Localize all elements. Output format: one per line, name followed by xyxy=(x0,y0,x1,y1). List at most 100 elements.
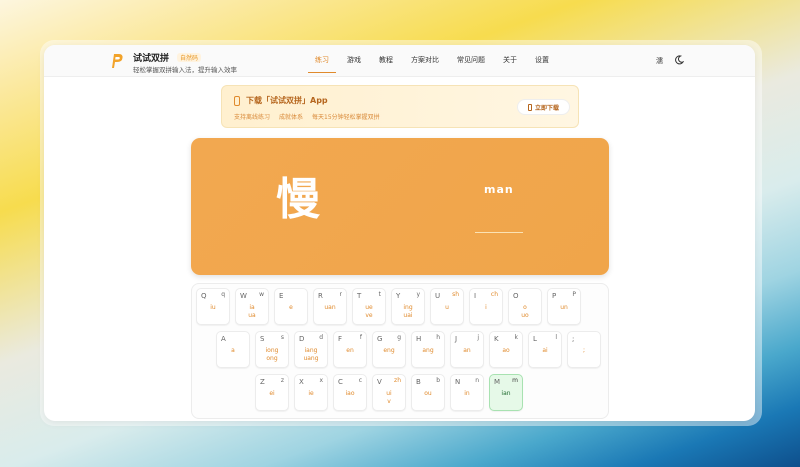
banner-feature: 每天15分钟轻松掌握双拼 xyxy=(312,114,380,121)
nav-tab[interactable]: 游戏 xyxy=(338,45,370,77)
key-finals: ing uai xyxy=(392,304,424,320)
key[interactable]: Jj an xyxy=(450,331,484,368)
key-letter: K xyxy=(494,335,499,343)
moon-icon[interactable] xyxy=(674,55,684,65)
key-letter: G xyxy=(377,335,383,343)
key[interactable]: Gg eng xyxy=(372,331,406,368)
key-letter: W xyxy=(240,292,247,300)
key[interactable]: Kk ao xyxy=(489,331,523,368)
key-initial: s xyxy=(280,334,284,341)
key-finals: en xyxy=(334,347,366,355)
key-final: ve xyxy=(365,312,373,319)
key-final: iao xyxy=(345,390,355,397)
key[interactable]: Ss iong ong xyxy=(255,331,289,368)
key-final: en xyxy=(346,347,354,354)
key-letter: T xyxy=(357,292,362,300)
key[interactable]: Bb ou xyxy=(411,374,445,411)
key-letter: ; xyxy=(572,335,575,343)
key-initial: d xyxy=(319,334,323,341)
key-finals: ia ua xyxy=(236,304,268,320)
main-nav: 练习 游戏 教程 方案对比 常见问题 关于 设置 xyxy=(306,45,558,77)
key[interactable]: ;; xyxy=(567,331,601,368)
key-finals: ui v xyxy=(373,390,405,406)
key-letter: D xyxy=(299,335,305,343)
key-letter: F xyxy=(338,335,343,343)
key[interactable]: Tt ue ve xyxy=(352,288,386,325)
key-finals: iu xyxy=(197,304,229,312)
key-finals: a xyxy=(217,347,249,355)
key[interactable]: Ush u xyxy=(430,288,464,325)
key-finals: uan xyxy=(314,304,346,312)
nav-tab[interactable]: 设置 xyxy=(526,45,558,77)
key-initial: z xyxy=(280,377,284,384)
key-final: ue xyxy=(365,304,373,311)
key[interactable]: Nn in xyxy=(450,374,484,411)
nav-tab[interactable]: 教程 xyxy=(370,45,402,77)
key-final: eng xyxy=(383,347,395,354)
key-initial: ch xyxy=(490,291,498,298)
key-letter: P xyxy=(552,292,557,300)
key-finals: an xyxy=(451,347,483,355)
key[interactable]: Aa xyxy=(216,331,250,368)
key[interactable]: Cc iao xyxy=(333,374,367,411)
key[interactable]: Dd iang uang xyxy=(294,331,328,368)
key-letter: V xyxy=(377,378,382,386)
key-final: ou xyxy=(424,390,432,397)
key-initial: y xyxy=(416,291,420,298)
key[interactable]: Rr uan xyxy=(313,288,347,325)
key-final: ao xyxy=(502,347,510,354)
key-initial: zh xyxy=(394,377,401,384)
key[interactable]: Ww ia ua xyxy=(235,288,269,325)
key-initial: t xyxy=(378,291,381,298)
key-final: in xyxy=(464,390,470,397)
input-underline[interactable] xyxy=(475,232,523,233)
key[interactable]: P Pun xyxy=(547,288,581,325)
key-finals: ; xyxy=(568,347,600,355)
key-letter: H xyxy=(416,335,422,343)
key[interactable]: Ll ai xyxy=(528,331,562,368)
key-letter: R xyxy=(318,292,323,300)
key-letter: U xyxy=(435,292,441,300)
nav-tab[interactable]: 方案对比 xyxy=(402,45,448,77)
key-final: ai xyxy=(542,347,548,354)
key[interactable]: Yy ing uai xyxy=(391,288,425,325)
key[interactable]: Qq iu xyxy=(196,288,230,325)
key-letter: I xyxy=(474,292,477,300)
key[interactable]: Hh ang xyxy=(411,331,445,368)
key[interactable]: Xx ie xyxy=(294,374,328,411)
download-button[interactable]: 立即下载 xyxy=(517,99,570,115)
language-toggle[interactable]: 濡 xyxy=(656,56,663,66)
banner-features: 支持离线练习 成就体系 每天15分钟轻松掌握双拼 xyxy=(234,112,380,121)
key-finals: in xyxy=(451,390,483,398)
key[interactable]: Oo uo xyxy=(508,288,542,325)
key[interactable]: Ee xyxy=(274,288,308,325)
key[interactable]: Ff en xyxy=(333,331,367,368)
key[interactable]: Vzh ui v xyxy=(372,374,406,411)
key-initial: c xyxy=(358,377,362,384)
banner-title: 下载「试试双拼」App xyxy=(246,96,328,105)
key[interactable]: Mm ian xyxy=(489,374,523,411)
key-finals: u xyxy=(431,304,463,312)
nav-tab[interactable]: 练习 xyxy=(306,45,338,77)
key[interactable]: Zz ei xyxy=(255,374,289,411)
app-logo-icon[interactable] xyxy=(110,53,124,69)
key-final: iong xyxy=(265,347,279,354)
phone-icon xyxy=(234,96,240,106)
key-finals: ie xyxy=(295,390,327,398)
key[interactable]: Ich i xyxy=(469,288,503,325)
app-brand[interactable]: 试试双拼 xyxy=(133,51,169,64)
key-initial: sh xyxy=(452,291,459,298)
nav-tab[interactable]: 关于 xyxy=(494,45,526,77)
nav-tab[interactable]: 常见问题 xyxy=(448,45,494,77)
key-final: ong xyxy=(266,355,278,362)
key-initial: k xyxy=(514,334,518,341)
key-finals: ou xyxy=(412,390,444,398)
target-pinyin: man xyxy=(484,183,514,196)
key-finals: ao xyxy=(490,347,522,355)
key-final: ian xyxy=(501,390,511,397)
key-final: un xyxy=(560,304,568,311)
key-finals: e xyxy=(275,304,307,312)
key-final: ua xyxy=(248,312,256,319)
key-letter: O xyxy=(513,292,519,300)
banner-feature: 成就体系 xyxy=(279,114,304,121)
